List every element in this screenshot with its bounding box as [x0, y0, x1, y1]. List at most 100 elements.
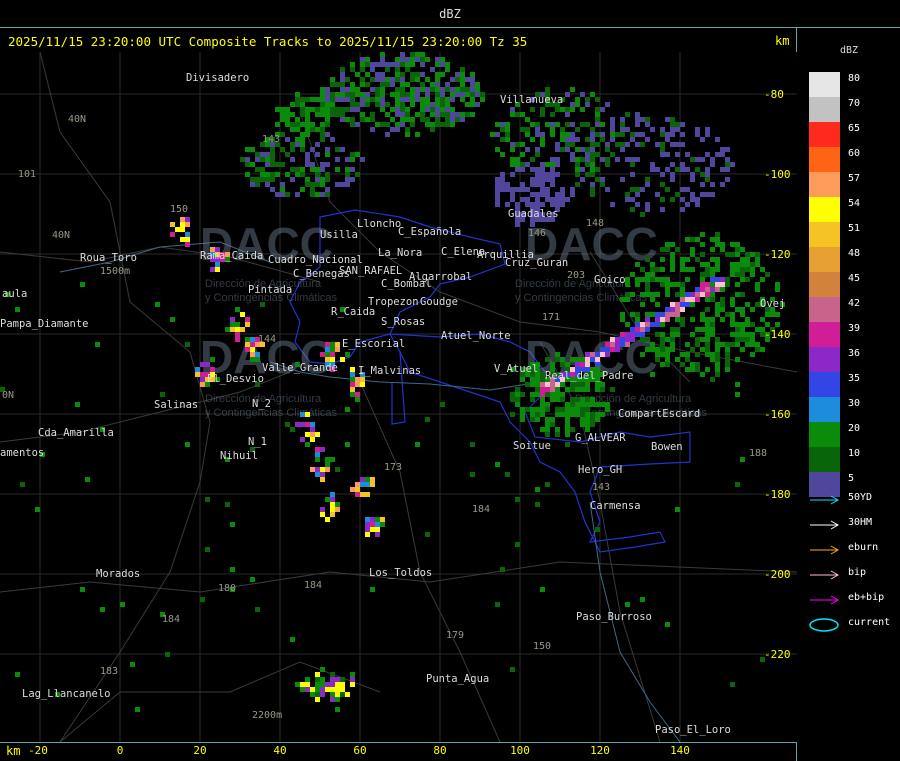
- radar-echo-cell: [340, 67, 345, 72]
- radar-echo-cell: [705, 267, 710, 272]
- radar-echo-cell: [555, 432, 560, 437]
- radar-echo-cell: [35, 507, 40, 512]
- radar-echo-cell: [705, 317, 710, 322]
- radar-echo-cell: [715, 307, 720, 312]
- radar-echo-cell: [705, 192, 710, 197]
- radar-echo-cell: [165, 652, 170, 657]
- radar-echo-cell: [355, 487, 360, 492]
- radar-echoes: [0, 52, 785, 712]
- radar-echo-cell: [515, 402, 520, 407]
- radar-echo-cell: [655, 357, 660, 362]
- radar-echo-cell: [200, 377, 205, 382]
- radar-echo-cell: [700, 172, 705, 177]
- radar-echo-cell: [385, 112, 390, 117]
- radar-echo-cell: [630, 162, 635, 167]
- radar-echo-cell: [540, 407, 545, 412]
- radar-echo-cell: [500, 172, 505, 177]
- radar-echo-cell: [350, 487, 355, 492]
- radar-echo-cell: [250, 337, 255, 342]
- radar-echo-cell: [620, 342, 625, 347]
- radar-echo-cell: [700, 327, 705, 332]
- radar-echo-cell: [560, 202, 565, 207]
- radar-echo-cell: [590, 402, 595, 407]
- radar-echo-cell: [700, 282, 705, 287]
- radar-echo-cell: [320, 167, 325, 172]
- radar-echo-cell: [620, 147, 625, 152]
- radar-echo-cell: [630, 292, 635, 297]
- radar-echo-cell: [635, 117, 640, 122]
- radar-echo-cell: [600, 177, 605, 182]
- radar-echo-cell: [525, 127, 530, 132]
- radar-echo-cell: [530, 202, 535, 207]
- radar-echo-cell: [625, 127, 630, 132]
- radar-echo-cell: [200, 362, 205, 367]
- radar-echo-cell: [575, 137, 580, 142]
- radar-echo-cell: [575, 147, 580, 152]
- radar-echo-cell: [710, 377, 715, 382]
- radar-echo-cell: [730, 332, 735, 337]
- radar-echo-cell: [635, 202, 640, 207]
- radar-echo-cell: [375, 92, 380, 97]
- radar-echo-cell: [595, 387, 600, 392]
- legend-value-label: 30: [848, 398, 861, 409]
- radar-echo-cell: [410, 122, 415, 127]
- radar-echo-cell: [335, 82, 340, 87]
- radar-echo-cell: [700, 137, 705, 142]
- radar-echo-cell: [665, 247, 670, 252]
- radar-echo-cell: [290, 637, 295, 642]
- place-label: Nihuil: [220, 450, 258, 462]
- radar-echo-cell: [700, 232, 705, 237]
- radar-echo-cell: [330, 697, 335, 702]
- radar-echo-cell: [460, 87, 465, 92]
- y-axis-unit: km: [775, 34, 790, 48]
- radar-echo-cell: [600, 182, 605, 187]
- radar-echo-cell: [585, 137, 590, 142]
- radar-echo-cell: [375, 102, 380, 107]
- radar-echo-cell: [345, 157, 350, 162]
- radar-echo-cell: [705, 177, 710, 182]
- radar-echo-cell: [310, 192, 315, 197]
- radar-echo-cell: [315, 107, 320, 112]
- track-legend-label: eb+bip: [848, 592, 885, 603]
- radar-echo-cell: [235, 332, 240, 337]
- radar-echo-cell: [580, 92, 585, 97]
- radar-echo-cell: [650, 312, 655, 317]
- radar-map[interactable]: DACC Dirección de Agricultura y Contingen…: [0, 52, 797, 742]
- road-label: 171: [542, 312, 561, 323]
- radar-echo-cell: [170, 222, 175, 227]
- radar-echo-cell: [390, 82, 395, 87]
- radar-echo-cell: [645, 292, 650, 297]
- radar-echo-cell: [520, 407, 525, 412]
- legend-value-label: 42: [848, 298, 861, 309]
- radar-echo-cell: [735, 282, 740, 287]
- radar-echo-cell: [280, 187, 285, 192]
- radar-echo-cell: [545, 417, 550, 422]
- radar-echo-cell: [380, 77, 385, 82]
- radar-echo-cell: [655, 142, 660, 147]
- radar-echo-cell: [585, 397, 590, 402]
- radar-echo-cell: [320, 112, 325, 117]
- radar-echo-cell: [495, 177, 500, 182]
- radar-echo-cell: [590, 132, 595, 137]
- radar-echo-cell: [375, 77, 380, 82]
- radar-echo-cell: [320, 512, 325, 517]
- radar-echo-cell: [580, 167, 585, 172]
- radar-echo-cell: [705, 272, 710, 277]
- radar-echo-cell: [315, 167, 320, 172]
- radar-echo-cell: [520, 142, 525, 147]
- radar-echo-cell: [730, 267, 735, 272]
- radar-echo-cell: [555, 192, 560, 197]
- radar-echo-cell: [540, 412, 545, 417]
- radar-echo-cell: [430, 127, 435, 132]
- radar-echo-cell: [325, 187, 330, 192]
- radar-echo-cell: [320, 467, 325, 472]
- radar-echo-cell: [655, 312, 660, 317]
- radar-echo-cell: [450, 77, 455, 82]
- radar-echo-cell: [510, 197, 515, 202]
- radar-echo-cell: [550, 172, 555, 177]
- radar-echo-cell: [670, 312, 675, 317]
- radar-echo-cell: [300, 412, 305, 417]
- radar-echo-cell: [185, 342, 190, 347]
- radar-echo-cell: [575, 357, 580, 362]
- road-label: 143: [592, 482, 611, 493]
